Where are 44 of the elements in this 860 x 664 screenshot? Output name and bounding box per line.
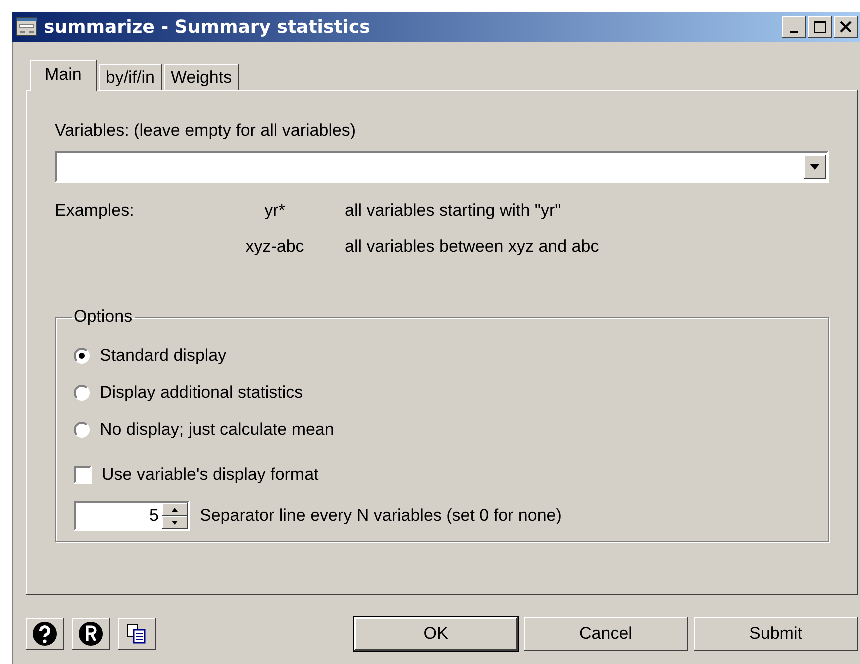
spin-up-button[interactable]	[162, 503, 188, 516]
dialog-button[interactable]: OK	[354, 617, 518, 651]
caret-up-icon	[172, 508, 178, 512]
dialog-button[interactable]: Cancel	[524, 617, 688, 651]
dialog-button[interactable]: Submit	[694, 617, 858, 651]
checkbox[interactable]	[74, 466, 92, 484]
tab[interactable]: Weights	[164, 64, 240, 90]
separator-spinner[interactable]: 5	[74, 501, 190, 531]
help-button[interactable]	[26, 618, 64, 650]
minimize-icon	[790, 30, 798, 32]
tab[interactable]: Main	[30, 60, 97, 91]
maximize-button[interactable]	[808, 16, 832, 38]
radio-button[interactable]	[74, 348, 90, 364]
separator-label: Separator line every N variables (set 0 for none)	[200, 506, 562, 526]
circle-icon	[78, 621, 104, 647]
variables-field[interactable]	[55, 151, 829, 183]
example-pattern: yr*	[264, 201, 286, 221]
variables-label: Variables: (leave empty for all variables)	[55, 121, 358, 141]
example-description: all variables between xyz and abc	[345, 237, 600, 257]
close-button[interactable]	[834, 16, 858, 38]
example-pattern: xyz-abc	[244, 237, 306, 257]
reset-button[interactable]	[72, 618, 110, 650]
copy-button[interactable]	[118, 618, 156, 650]
help-icon	[32, 621, 58, 647]
radio-label: No display; just calculate mean	[100, 420, 334, 440]
dropdown-button[interactable]	[804, 155, 826, 179]
copy-icon	[126, 623, 148, 645]
caret-down-icon	[810, 164, 820, 170]
radio-button[interactable]	[74, 384, 90, 400]
spin-down-button[interactable]	[162, 516, 188, 529]
options-title: Options	[73, 307, 134, 327]
tab[interactable]: by/if/in	[98, 64, 162, 90]
minimize-button[interactable]	[782, 16, 806, 38]
caret-down-icon	[172, 520, 178, 524]
radio-label: Standard display	[100, 346, 227, 366]
radio-label: Display additional statistics	[100, 382, 304, 402]
checkbox-label: Use variable's display format	[102, 464, 319, 484]
window-title: summarize - Summary statistics	[44, 16, 372, 38]
example-description: all variables starting with "yr"	[345, 201, 562, 221]
dialog-icon	[16, 16, 38, 38]
close-icon	[839, 20, 853, 34]
examples-label: Examples:	[55, 201, 136, 221]
maximize-icon	[813, 20, 827, 34]
radio-button[interactable]	[74, 422, 90, 438]
